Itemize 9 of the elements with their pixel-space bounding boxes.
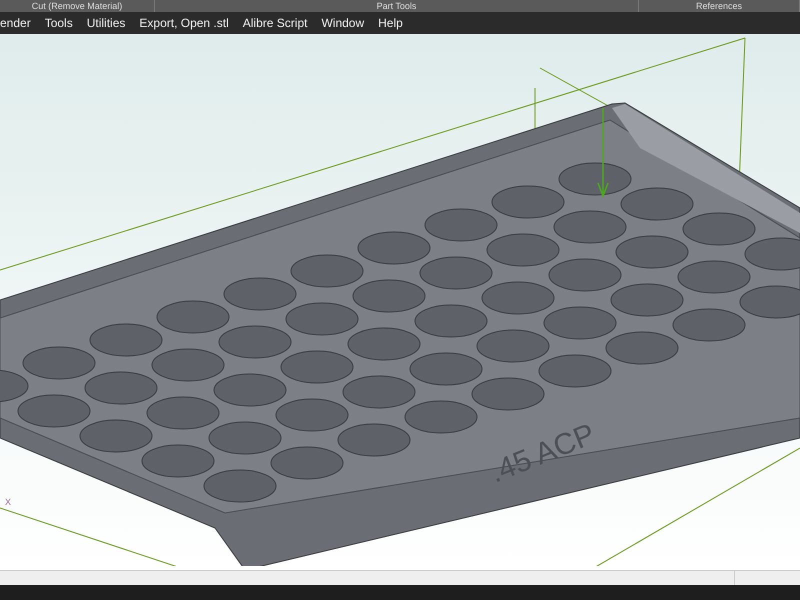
menu-item[interactable]: ender	[0, 14, 38, 32]
menu-item[interactable]: Tools	[38, 14, 80, 32]
menu-item[interactable]: Alibre Script	[236, 14, 314, 32]
menu-item[interactable]: Window	[314, 14, 372, 32]
menu-item[interactable]: Utilities	[80, 14, 132, 32]
axis-arrow-icon	[597, 107, 609, 198]
axis-label: X	[5, 497, 12, 507]
menu-item[interactable]: Export, Open .stl	[132, 14, 236, 32]
menu-item[interactable]: Help	[371, 14, 410, 32]
